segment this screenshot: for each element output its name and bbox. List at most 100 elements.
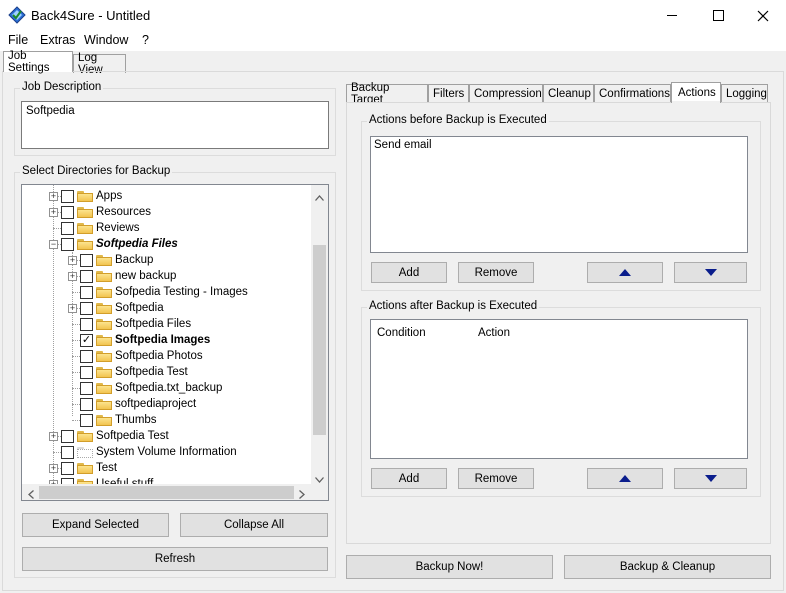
tree-row[interactable]: Reviews [49, 220, 139, 236]
folder-checkbox[interactable] [61, 205, 74, 219]
tree-row[interactable]: + Backup [68, 252, 153, 268]
tree-row[interactable]: Softpedia Photos [68, 348, 203, 364]
collapse-all-button[interactable]: Collapse All [180, 513, 328, 537]
folder-checkbox[interactable] [80, 285, 93, 299]
tree-row[interactable]: − Softpedia Files [49, 236, 178, 252]
tree-item-label[interactable]: Backup [115, 254, 153, 266]
before-remove-button[interactable]: Remove [458, 262, 534, 283]
tab-confirmations[interactable]: Confirmations [594, 84, 671, 103]
menu-help[interactable]: ? [142, 33, 149, 47]
after-move-down-button[interactable] [674, 468, 747, 489]
before-move-up-button[interactable] [587, 262, 663, 283]
folder-checkbox[interactable] [61, 189, 74, 203]
tree-item-label[interactable]: Softpedia Test [96, 430, 169, 442]
tree-item-label[interactable]: softpediaproject [115, 398, 196, 410]
tree-vertical-thumb[interactable] [313, 245, 326, 435]
expand-icon[interactable]: + [49, 463, 58, 473]
tree-item-label[interactable]: Softpedia Photos [115, 350, 203, 362]
tree-item-label[interactable]: Softpedia.txt_backup [115, 382, 222, 394]
job-description-input[interactable]: Softpedia [21, 101, 329, 149]
actions-before-list[interactable]: Send email [370, 136, 748, 253]
minimize-button[interactable] [650, 0, 696, 31]
expand-icon[interactable]: + [68, 271, 77, 281]
folder-checkbox[interactable] [61, 237, 74, 251]
folder-checkbox[interactable] [61, 221, 74, 235]
folder-checkbox[interactable] [61, 461, 74, 475]
tree-item-label[interactable]: Softpedia Files [115, 318, 191, 330]
tab-job-settings[interactable]: Job Settings [3, 50, 73, 74]
folder-checkbox[interactable]: ✓ [80, 333, 93, 347]
folder-checkbox[interactable] [80, 381, 93, 395]
folder-checkbox[interactable] [80, 317, 93, 331]
tab-cleanup[interactable]: Cleanup [543, 84, 594, 103]
expand-icon[interactable]: + [49, 191, 58, 201]
expand-selected-button[interactable]: Expand Selected [22, 513, 169, 537]
close-button[interactable] [740, 0, 786, 31]
collapse-icon[interactable]: − [49, 239, 58, 249]
tree-row[interactable]: + Useful stuff [49, 476, 153, 484]
tree-item-label[interactable]: Resources [96, 206, 151, 218]
backup-now-button[interactable]: Backup Now! [346, 555, 553, 579]
tree-row[interactable]: softpediaproject [68, 396, 196, 412]
scroll-left-icon[interactable] [28, 488, 34, 500]
folder-checkbox[interactable] [80, 365, 93, 379]
folder-checkbox[interactable] [80, 413, 93, 427]
tree-row[interactable]: Softpedia.txt_backup [68, 380, 222, 396]
tree-row[interactable]: + new backup [68, 268, 176, 284]
tree-item-label[interactable]: new backup [115, 270, 176, 282]
expand-icon[interactable]: + [68, 255, 77, 265]
tree-row[interactable]: + Softpedia Test [49, 428, 169, 444]
backup-cleanup-button[interactable]: Backup & Cleanup [564, 555, 771, 579]
refresh-button[interactable]: Refresh [22, 547, 328, 571]
tree-vertical-scrollbar[interactable] [311, 185, 328, 484]
tree-horizontal-thumb[interactable] [39, 486, 294, 499]
folder-checkbox[interactable] [80, 349, 93, 363]
scroll-right-icon[interactable] [299, 488, 305, 500]
column-header-condition[interactable]: Condition [377, 327, 426, 339]
after-add-button[interactable]: Add [371, 468, 447, 489]
tab-filters[interactable]: Filters [428, 84, 469, 103]
tree-item-label[interactable]: Softpedia [115, 302, 164, 314]
maximize-button[interactable] [696, 0, 742, 31]
tree-row[interactable]: + Softpedia [68, 300, 164, 316]
tree-row[interactable]: + Test [49, 460, 117, 476]
tree-row[interactable]: Softpedia Test [68, 364, 188, 380]
tab-backup-target[interactable]: Backup Target [346, 82, 428, 106]
folder-checkbox[interactable] [80, 269, 93, 283]
actions-after-list[interactable]: Condition Action [370, 319, 748, 459]
expand-icon[interactable]: + [49, 431, 58, 441]
before-move-down-button[interactable] [674, 262, 747, 283]
folder-checkbox[interactable] [80, 397, 93, 411]
tree-item-label[interactable]: Softpedia Test [115, 366, 188, 378]
tree-row[interactable]: Thumbs [68, 412, 157, 428]
menu-file[interactable]: File [8, 33, 28, 47]
menu-extras[interactable]: Extras [40, 33, 75, 47]
column-header-action[interactable]: Action [478, 327, 510, 339]
tree-row[interactable]: ✓ Softpedia Images [68, 332, 210, 348]
tree-item-label[interactable]: Softpedia Images [115, 334, 210, 346]
tree-horizontal-scrollbar[interactable] [22, 484, 311, 500]
tree-item-label[interactable]: Reviews [96, 222, 139, 234]
folder-checkbox[interactable] [80, 253, 93, 267]
folder-checkbox[interactable] [80, 301, 93, 315]
directory-tree[interactable]: + Apps + Resources Reviews − Softpedia Files + B… [21, 184, 329, 501]
tree-item-label[interactable]: Test [96, 462, 117, 474]
tree-row[interactable]: + Resources [49, 204, 151, 220]
tree-item-label[interactable]: System Volume Information [96, 446, 237, 458]
tree-item-label[interactable]: Thumbs [115, 414, 157, 426]
tree-row[interactable]: System Volume Information [49, 444, 237, 460]
tab-compression[interactable]: Compression [469, 84, 543, 103]
tab-actions[interactable]: Actions [671, 82, 721, 103]
menu-window[interactable]: Window [84, 33, 128, 47]
tab-logging[interactable]: Logging [721, 84, 768, 103]
tree-item-label[interactable]: Sofpedia Testing - Images [115, 286, 248, 298]
tree-row[interactable]: Sofpedia Testing - Images [68, 284, 248, 300]
after-move-up-button[interactable] [587, 468, 663, 489]
scroll-up-icon[interactable] [315, 190, 324, 204]
tree-item-label[interactable]: Apps [96, 190, 122, 202]
folder-checkbox[interactable] [61, 445, 74, 459]
tree-row[interactable]: Softpedia Files [68, 316, 191, 332]
before-add-button[interactable]: Add [371, 262, 447, 283]
after-remove-button[interactable]: Remove [458, 468, 534, 489]
list-item[interactable]: Send email [374, 139, 432, 151]
